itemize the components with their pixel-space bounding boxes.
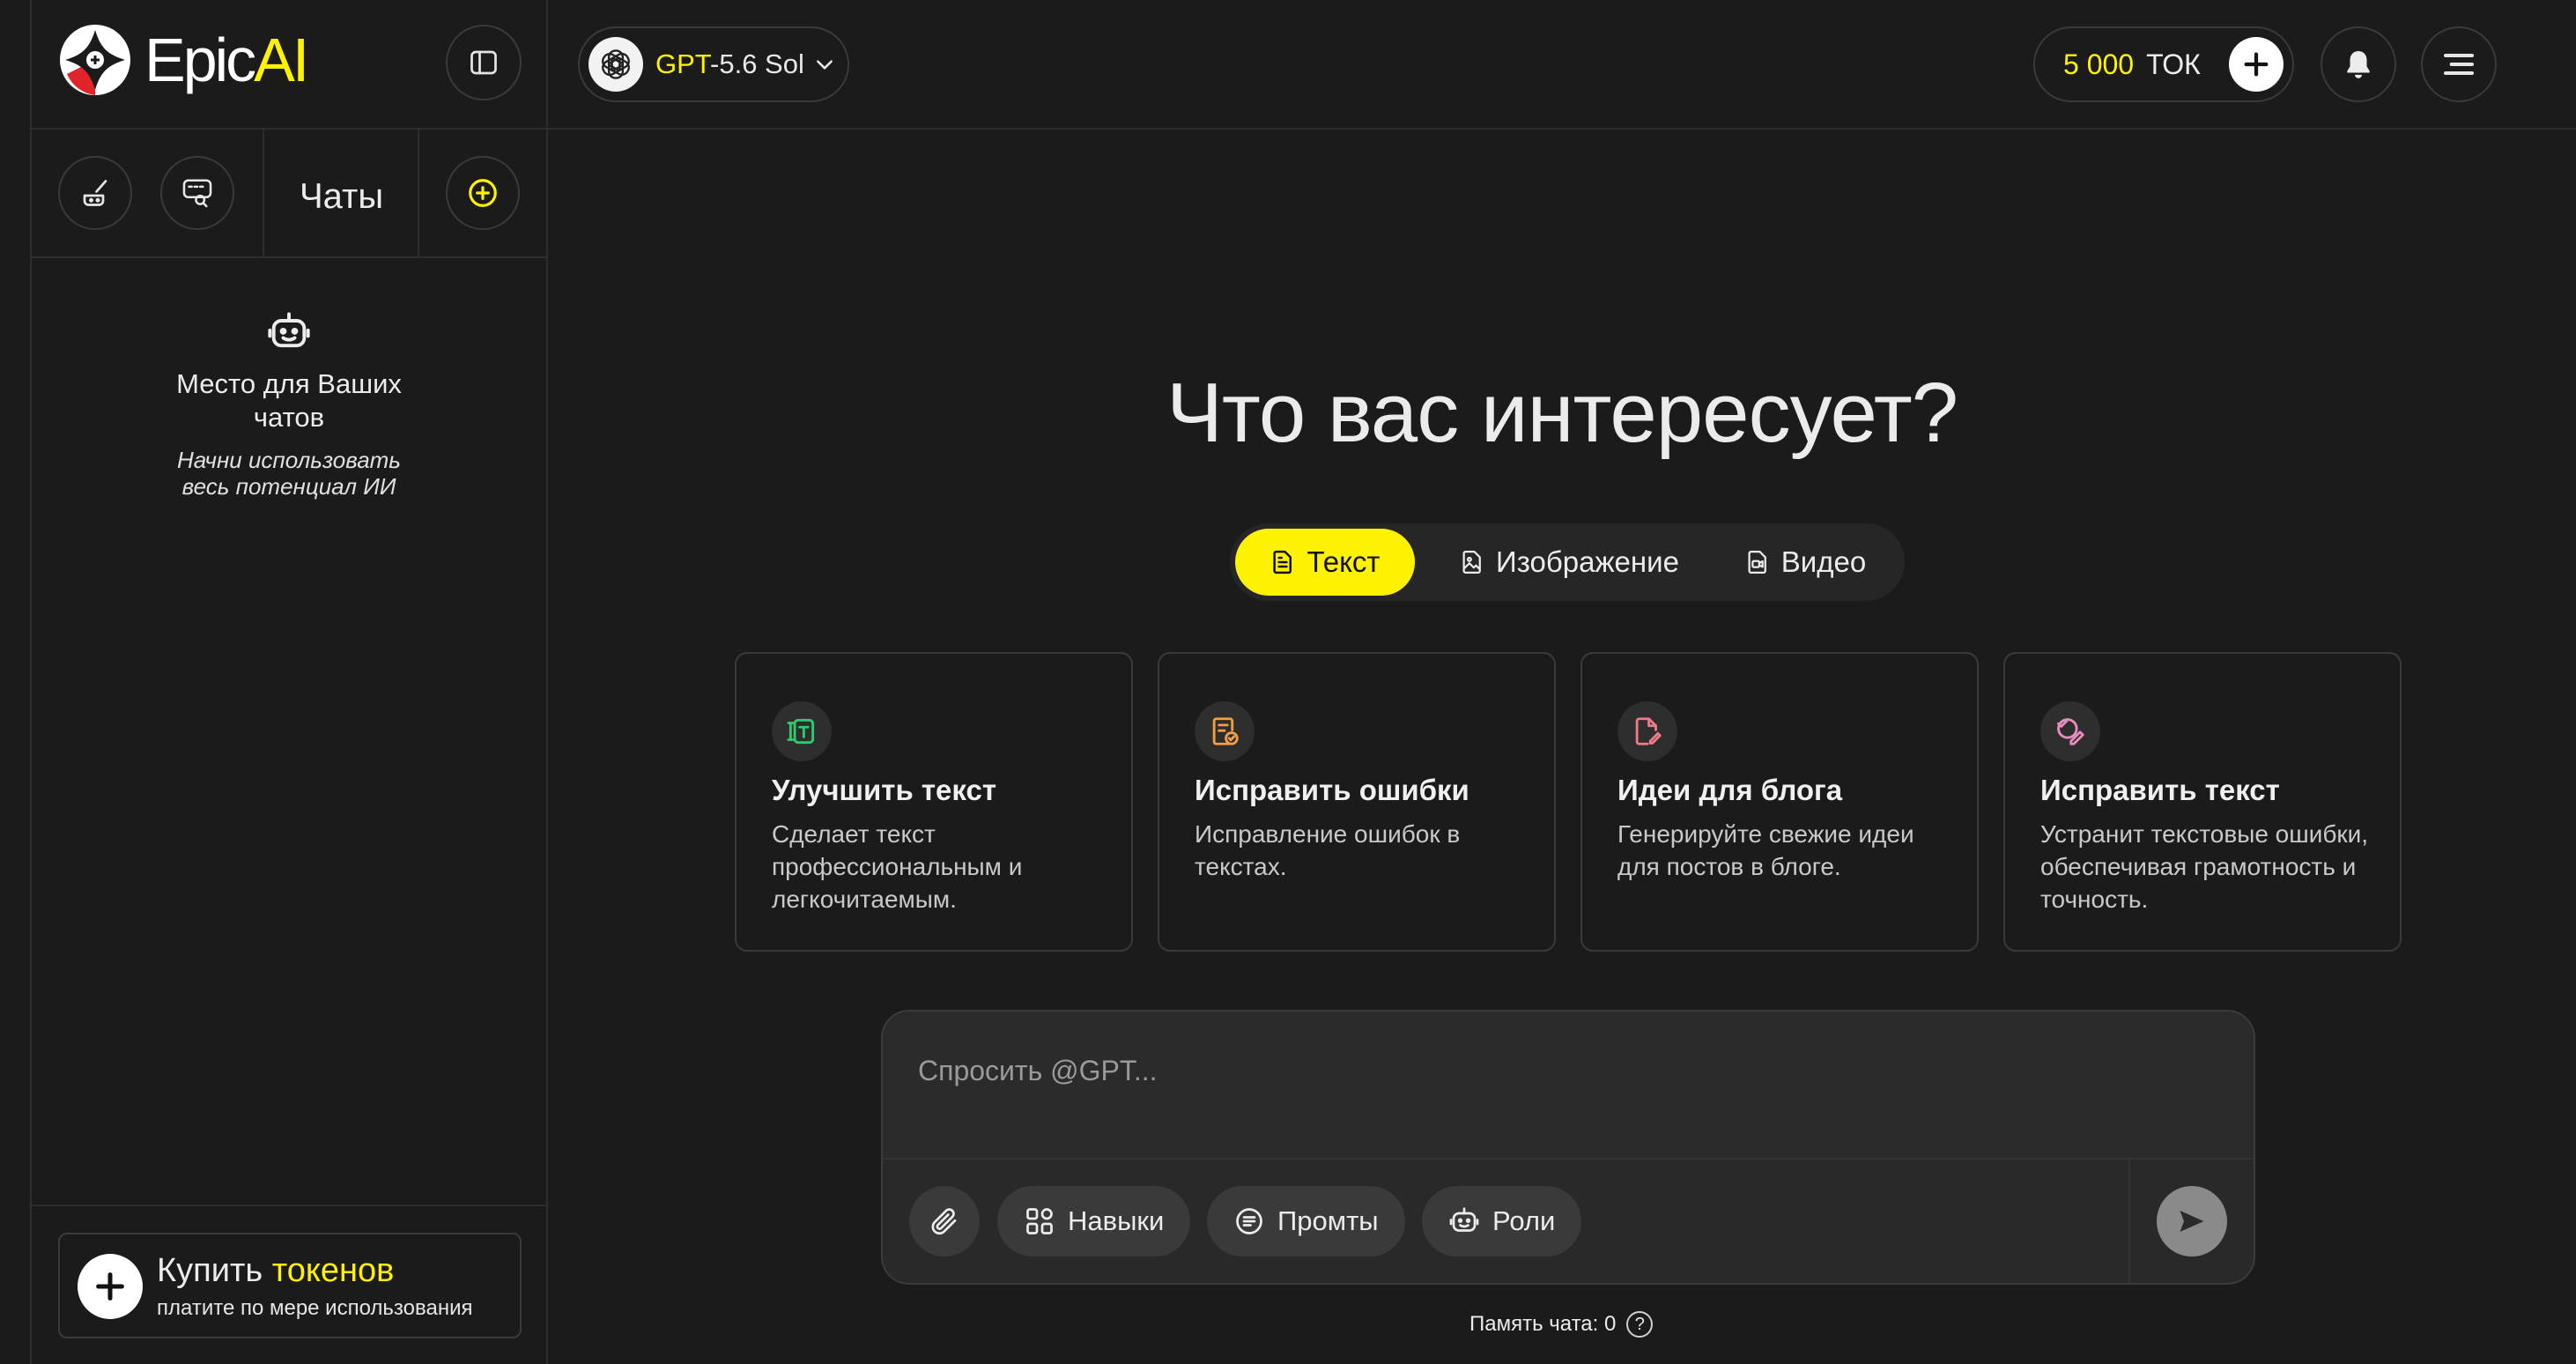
composer-divider xyxy=(2128,1160,2130,1283)
skills-button[interactable]: Навыки xyxy=(997,1186,1191,1257)
message-input[interactable] xyxy=(918,1049,2151,1093)
plus-icon xyxy=(78,1254,143,1319)
chat-memory-label: Память чата: 0 xyxy=(1469,1312,1617,1336)
suggestion-card-improve-text[interactable]: Улучшить текст Сделает текст профессиона… xyxy=(735,652,1133,952)
plus-circle-icon xyxy=(469,179,497,207)
logo-mark-icon xyxy=(60,25,130,95)
header-brand-area: EpicAI xyxy=(32,0,548,128)
new-chat-button[interactable] xyxy=(446,156,520,230)
empty-chats-placeholder: Место для Ваших чатов Начни использовать… xyxy=(32,309,546,500)
token-balance: 5 000 ТОК xyxy=(2033,26,2294,102)
image-file-icon xyxy=(1462,551,1481,574)
message-composer: Навыки Промты Роли xyxy=(881,1010,2255,1285)
chat-memory-indicator: Память чата: 0 ? xyxy=(1469,1311,1654,1338)
chats-title: Чаты xyxy=(300,177,384,216)
card-title: Исправить текст xyxy=(2040,774,2280,806)
help-icon[interactable]: ? xyxy=(1626,1311,1654,1338)
buy-tokens-title: Купить токенов xyxy=(157,1252,395,1289)
suggestion-card-fix-errors[interactable]: Исправить ошибки Исправление ошибок в те… xyxy=(1158,652,1556,952)
empty-chats-title: Место для Ваших чатов xyxy=(176,368,402,433)
model-selector[interactable]: GPT-5.6 Sol xyxy=(578,26,849,102)
chevron-down-icon xyxy=(816,60,833,70)
prompts-button[interactable]: Промты xyxy=(1207,1186,1405,1257)
tab-text[interactable]: Текст xyxy=(1235,529,1415,596)
list-circle-icon xyxy=(1236,1208,1262,1234)
tab-video-label: Видео xyxy=(1780,545,1867,578)
tab-video[interactable]: Видео xyxy=(1720,529,1891,596)
token-amount: 5 000 xyxy=(2063,48,2135,80)
card-description: Генерируйте свежие идеи для постов в бло… xyxy=(1617,820,1914,880)
sidebar-toggle-icon xyxy=(470,50,497,75)
chat-search-icon xyxy=(182,179,212,208)
add-tokens-button[interactable] xyxy=(2229,37,2284,92)
notifications-button[interactable] xyxy=(2321,26,2396,102)
toolbar-divider xyxy=(263,130,264,256)
composer-toolbar: Навыки Промты Роли xyxy=(883,1158,2254,1283)
card-title: Идеи для блога xyxy=(1617,774,1843,806)
send-button[interactable] xyxy=(2157,1186,2227,1257)
card-title: Улучшить текст xyxy=(772,774,997,806)
skills-label: Навыки xyxy=(1068,1205,1165,1236)
token-unit: ТОК xyxy=(2146,48,2201,80)
left-edge xyxy=(0,0,32,1364)
menu-icon xyxy=(2444,54,2474,75)
robot-icon xyxy=(1449,1207,1479,1232)
empty-chats-subtitle: Начни использовать весь потенциал ИИ xyxy=(177,447,401,500)
tab-image-label: Изображение xyxy=(1496,545,1679,578)
text-improve-icon xyxy=(772,701,832,761)
bell-icon xyxy=(2347,50,2370,78)
roles-label: Роли xyxy=(1492,1205,1556,1236)
image-tools-button[interactable] xyxy=(58,156,132,230)
card-description: Сделает текст профессиональным и легкочи… xyxy=(772,820,1023,913)
brand-name: EpicAI xyxy=(144,26,309,94)
prompts-label: Промты xyxy=(1277,1205,1379,1236)
main-menu-button[interactable] xyxy=(2421,26,2497,102)
sidebar-toggle-button[interactable] xyxy=(446,25,522,100)
suggestion-card-blog-ideas[interactable]: Идеи для блога Генерируйте свежие идеи д… xyxy=(1580,652,1979,952)
search-chats-button[interactable] xyxy=(160,156,234,230)
sidebar-toolbar: Чаты xyxy=(32,130,546,258)
robot-icon xyxy=(268,312,310,348)
mode-tabs: Текст Изображение Видео xyxy=(1230,523,1905,601)
send-icon xyxy=(2180,1211,2204,1232)
roles-button[interactable]: Роли xyxy=(1422,1186,1582,1257)
tab-text-label: Текст xyxy=(1307,545,1381,578)
brand-logo[interactable]: EpicAI xyxy=(58,23,309,97)
page-title: Что вас интересует? xyxy=(1166,366,1958,460)
video-file-icon xyxy=(1748,551,1766,574)
model-name: GPT-5.6 Sol xyxy=(655,48,804,79)
doc-check-icon xyxy=(1195,701,1255,761)
plus-icon xyxy=(2244,52,2269,77)
toolbar-divider xyxy=(418,130,419,256)
paperclip-icon xyxy=(931,1208,957,1235)
sidebar-footer: Купить токенов платите по мере использов… xyxy=(32,1205,546,1364)
card-description: Исправление ошибок в текстах. xyxy=(1195,820,1461,880)
card-title: Исправить ошибки xyxy=(1195,774,1469,806)
check-pen-icon xyxy=(2040,701,2100,761)
attach-button[interactable] xyxy=(909,1186,980,1257)
doc-edit-icon xyxy=(1617,701,1677,761)
card-description: Устранит текстовые ошибки, обеспечивая г… xyxy=(2040,820,2369,913)
openai-icon xyxy=(588,37,643,92)
buy-tokens-button[interactable]: Купить токенов платите по мере использов… xyxy=(58,1233,522,1338)
apps-icon xyxy=(1026,1208,1053,1234)
brush-icon xyxy=(83,180,107,206)
chat-sidebar: Чаты Место для Ваших чатов Начни использ… xyxy=(32,130,548,1364)
suggestion-card-fix-text[interactable]: Исправить текст Устранит текстовые ошибк… xyxy=(2003,652,2402,952)
tab-image[interactable]: Изображение xyxy=(1441,529,1697,596)
document-icon xyxy=(1273,550,1292,575)
top-header: EpicAI GPT-5.6 Sol 5 000 ТОК xyxy=(32,0,2576,130)
buy-tokens-subtitle: платите по мере использования xyxy=(157,1296,473,1320)
